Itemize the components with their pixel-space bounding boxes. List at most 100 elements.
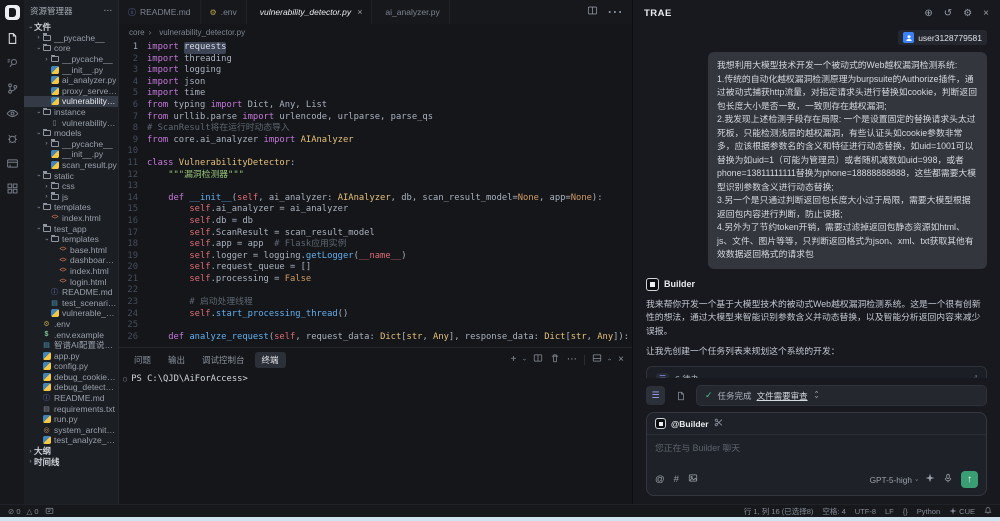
mic-icon[interactable]	[943, 473, 953, 486]
tree-item[interactable]: ›时间线	[24, 456, 118, 467]
tree-item[interactable]: __init__.py	[24, 149, 118, 160]
search-icon[interactable]	[5, 56, 19, 70]
new-chat-icon[interactable]: ⊕	[924, 8, 932, 19]
agent-chip[interactable]: @Builder	[647, 413, 986, 435]
remote-window-icon[interactable]	[5, 156, 19, 170]
status-item[interactable]: 行 1, 列 16 (已选择8)	[744, 506, 814, 517]
close-panel-icon[interactable]: ×	[983, 8, 989, 19]
tree-item[interactable]: ›大纲	[24, 446, 118, 457]
close-tab-icon[interactable]: ×	[357, 7, 362, 17]
tree-item[interactable]: proxy_server.py	[24, 86, 118, 97]
tree-item[interactable]: ›js	[24, 192, 118, 203]
editor-more-icon[interactable]: ⋯	[607, 2, 623, 22]
tree-item[interactable]: ⚙.env	[24, 319, 118, 330]
maximize-panel-icon[interactable]: ›	[606, 358, 613, 360]
tree-item[interactable]: ▤requirements.txt	[24, 403, 118, 414]
tree-item[interactable]: __init__.py	[24, 64, 118, 75]
app-logo[interactable]	[5, 5, 20, 20]
status-item[interactable]: 空格: 4	[822, 506, 845, 517]
hash-icon[interactable]: #	[674, 474, 679, 485]
tree-item[interactable]: app.py	[24, 350, 118, 361]
breadcrumb[interactable]: core›vulnerability_detector.py	[119, 24, 632, 41]
status-item[interactable]: {}	[903, 507, 908, 516]
status-item[interactable]: Python	[917, 507, 940, 516]
editor-tab[interactable]: ai_analyzer.py	[372, 0, 449, 24]
tree-item[interactable]: scan_result.py	[24, 160, 118, 171]
terminal[interactable]: ○PS C:\QJD\AiForAccess>	[119, 371, 632, 504]
tree-item[interactable]: debug_detector_queu...	[24, 382, 118, 393]
editor-tab[interactable]: ⓘREADME.md	[119, 0, 201, 24]
history-icon[interactable]: ↺	[944, 8, 952, 19]
tree-item[interactable]: ›static	[24, 170, 118, 181]
changed-files-button[interactable]	[671, 386, 690, 405]
editor-tab[interactable]: ⚙.env	[201, 0, 247, 24]
panel-tab[interactable]: 输出	[161, 352, 192, 368]
task-list-button[interactable]: ☰	[646, 386, 665, 405]
tree-item[interactable]: ›core	[24, 43, 118, 54]
terminal-dropdown-icon[interactable]: ›	[521, 358, 528, 360]
tree-item[interactable]: $.env.example	[24, 329, 118, 340]
debug-icon[interactable]	[5, 131, 19, 145]
tree-item[interactable]: vulnerability_detect...	[24, 96, 118, 107]
breadcrumb-item[interactable]: vulnerability_detector.py	[159, 28, 245, 37]
panel-more-icon[interactable]: ⋯	[567, 354, 577, 365]
panel-tab[interactable]: 终端	[255, 352, 286, 368]
settings-gear-icon[interactable]: ⚙	[963, 8, 972, 19]
tree-item[interactable]: <>base.html	[24, 244, 118, 255]
source-control-icon[interactable]	[5, 81, 19, 95]
new-terminal-icon[interactable]: +	[511, 354, 517, 365]
send-button[interactable]: ↑	[961, 471, 978, 488]
tree-item[interactable]: ›templates	[24, 202, 118, 213]
tree-item[interactable]: config.py	[24, 361, 118, 372]
tree-item[interactable]: ▤test_scenarios.md	[24, 297, 118, 308]
tree-item[interactable]: ›test_app	[24, 223, 118, 234]
sparkle-icon[interactable]	[925, 473, 935, 486]
model-selector[interactable]: GPT-5-high ›	[870, 475, 917, 485]
tree-item[interactable]: <>index.html	[24, 213, 118, 224]
errors-indicator[interactable]: ⊘ 0	[8, 507, 21, 516]
tree-item[interactable]: ›__pycache__	[24, 139, 118, 150]
tree-item[interactable]: test_analyze_paramet...	[24, 435, 118, 446]
close-panel-icon[interactable]: ×	[618, 354, 624, 365]
image-attach-icon[interactable]	[688, 473, 698, 486]
tree-item[interactable]: <>login.html	[24, 276, 118, 287]
tree-item[interactable]: ◎system_architecture_d...	[24, 425, 118, 436]
panel-layout-icon[interactable]	[592, 353, 602, 366]
code-editor[interactable]: 1import requests2import threading3import…	[119, 41, 632, 347]
tree-item[interactable]: ▤智谱AI配置说明.md	[24, 340, 118, 351]
tree-item[interactable]: ›templates	[24, 234, 118, 245]
tree-item[interactable]: ai_analyzer.py	[24, 75, 118, 86]
tree-item[interactable]: ›models	[24, 128, 118, 139]
run-debug-icon[interactable]	[5, 106, 19, 120]
breadcrumb-item[interactable]: core	[129, 28, 145, 37]
tree-item[interactable]: ›__pycache__	[24, 33, 118, 44]
chat-input[interactable]: 您正在与 Builder 聊天	[647, 435, 986, 468]
tree-item[interactable]: ›css	[24, 181, 118, 192]
tree-item[interactable]: <>dashboard.html	[24, 255, 118, 266]
editor-tab[interactable]: vulnerability_detector.py×	[247, 0, 373, 24]
tree-item[interactable]: run.py	[24, 414, 118, 425]
mention-icon[interactable]: @	[655, 474, 665, 485]
tree-item[interactable]: ⓘREADME.md	[24, 287, 118, 298]
cue-indicator[interactable]: CUE	[949, 507, 975, 516]
status-item[interactable]: UTF-8	[855, 507, 876, 516]
kill-terminal-icon[interactable]	[550, 353, 560, 366]
status-item[interactable]: LF	[885, 507, 894, 516]
tree-item[interactable]: vulnerable_app.py	[24, 308, 118, 319]
panel-tab[interactable]: 调试控制台	[195, 352, 252, 368]
tree-item[interactable]: ⓘREADME.md	[24, 393, 118, 404]
tree-item[interactable]: ›instance	[24, 107, 118, 118]
tree-item[interactable]: ›文件	[24, 22, 118, 33]
split-terminal-icon[interactable]	[533, 353, 543, 366]
tree-item[interactable]: ›__pycache__	[24, 54, 118, 65]
tree-item[interactable]: debug_cookie_detecti...	[24, 372, 118, 383]
warnings-indicator[interactable]: △ 0	[27, 507, 39, 516]
review-files-link[interactable]: 文件需要审查	[757, 390, 808, 402]
scissors-icon[interactable]	[714, 418, 723, 429]
extensions-icon[interactable]	[5, 181, 19, 195]
tree-item[interactable]: <>index.html	[24, 266, 118, 277]
tree-item[interactable]: ▯vulnerability_scann...	[24, 117, 118, 128]
updown-icon[interactable]	[813, 390, 821, 401]
panel-tab[interactable]: 问题	[127, 352, 158, 368]
split-editor-icon[interactable]	[587, 3, 598, 21]
